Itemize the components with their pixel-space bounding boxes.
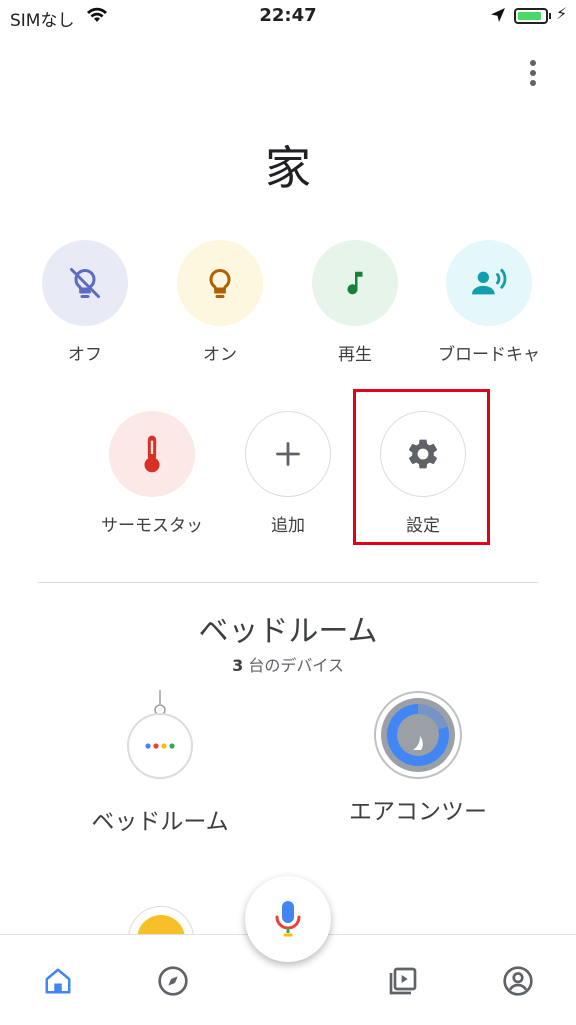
- action-label: 追加: [271, 516, 305, 536]
- smart-speaker-icon: [120, 690, 200, 790]
- device-aircon-thermostat[interactable]: エアコンツー: [336, 690, 500, 826]
- action-thermostat[interactable]: サーモスタッ: [92, 411, 212, 536]
- action-settings[interactable]: 設定: [363, 411, 483, 536]
- room-title: ベッドルーム: [198, 614, 378, 649]
- plus-icon: [245, 411, 331, 497]
- action-label: 再生: [338, 345, 372, 365]
- light-off-icon: [42, 240, 128, 326]
- battery-icon: [514, 8, 548, 24]
- action-add[interactable]: 追加: [228, 411, 348, 536]
- battery-nub: [549, 13, 551, 19]
- action-label: 設定: [406, 516, 440, 536]
- more-options-icon[interactable]: [520, 58, 546, 88]
- divider: [38, 582, 538, 583]
- action-label: オン: [203, 345, 237, 365]
- light-on-icon: [177, 240, 263, 326]
- device-count-number: 3: [232, 656, 244, 675]
- mic-icon: [275, 901, 301, 937]
- device-bedroom-speaker[interactable]: ベッドルーム: [80, 690, 240, 836]
- device-count-text: 台のデバイス: [248, 656, 344, 675]
- device-count: 3 台のデバイス: [0, 652, 576, 676]
- gear-icon: [380, 411, 466, 497]
- device-label: ベッドルーム: [91, 809, 229, 835]
- music-note-icon: [312, 240, 398, 326]
- home-title: 家: [265, 141, 311, 195]
- action-label: ブロードキャ: [438, 345, 540, 365]
- action-lights-on[interactable]: オン: [160, 240, 280, 365]
- action-broadcast[interactable]: ブロードキャ: [430, 240, 548, 365]
- mic-button[interactable]: [245, 876, 331, 962]
- account-icon[interactable]: [498, 961, 538, 1001]
- status-bar: SIMなし 22:47 ⚡: [0, 0, 576, 34]
- action-play[interactable]: 再生: [295, 240, 415, 365]
- media-icon[interactable]: [383, 961, 423, 1001]
- location-arrow-icon: [490, 7, 506, 28]
- thermostat-dial-icon: [373, 690, 463, 780]
- device-label: エアコンツー: [349, 799, 487, 825]
- thermometer-icon: [109, 411, 195, 497]
- compass-icon[interactable]: [153, 961, 193, 1001]
- battery-level: [518, 12, 542, 20]
- action-lights-off[interactable]: オフ: [25, 240, 145, 365]
- action-label: オフ: [68, 345, 102, 365]
- broadcast-icon: [446, 240, 532, 326]
- home-icon[interactable]: [38, 961, 78, 1001]
- action-label: サーモスタッ: [101, 516, 203, 536]
- charging-bolt-icon: ⚡: [556, 4, 568, 23]
